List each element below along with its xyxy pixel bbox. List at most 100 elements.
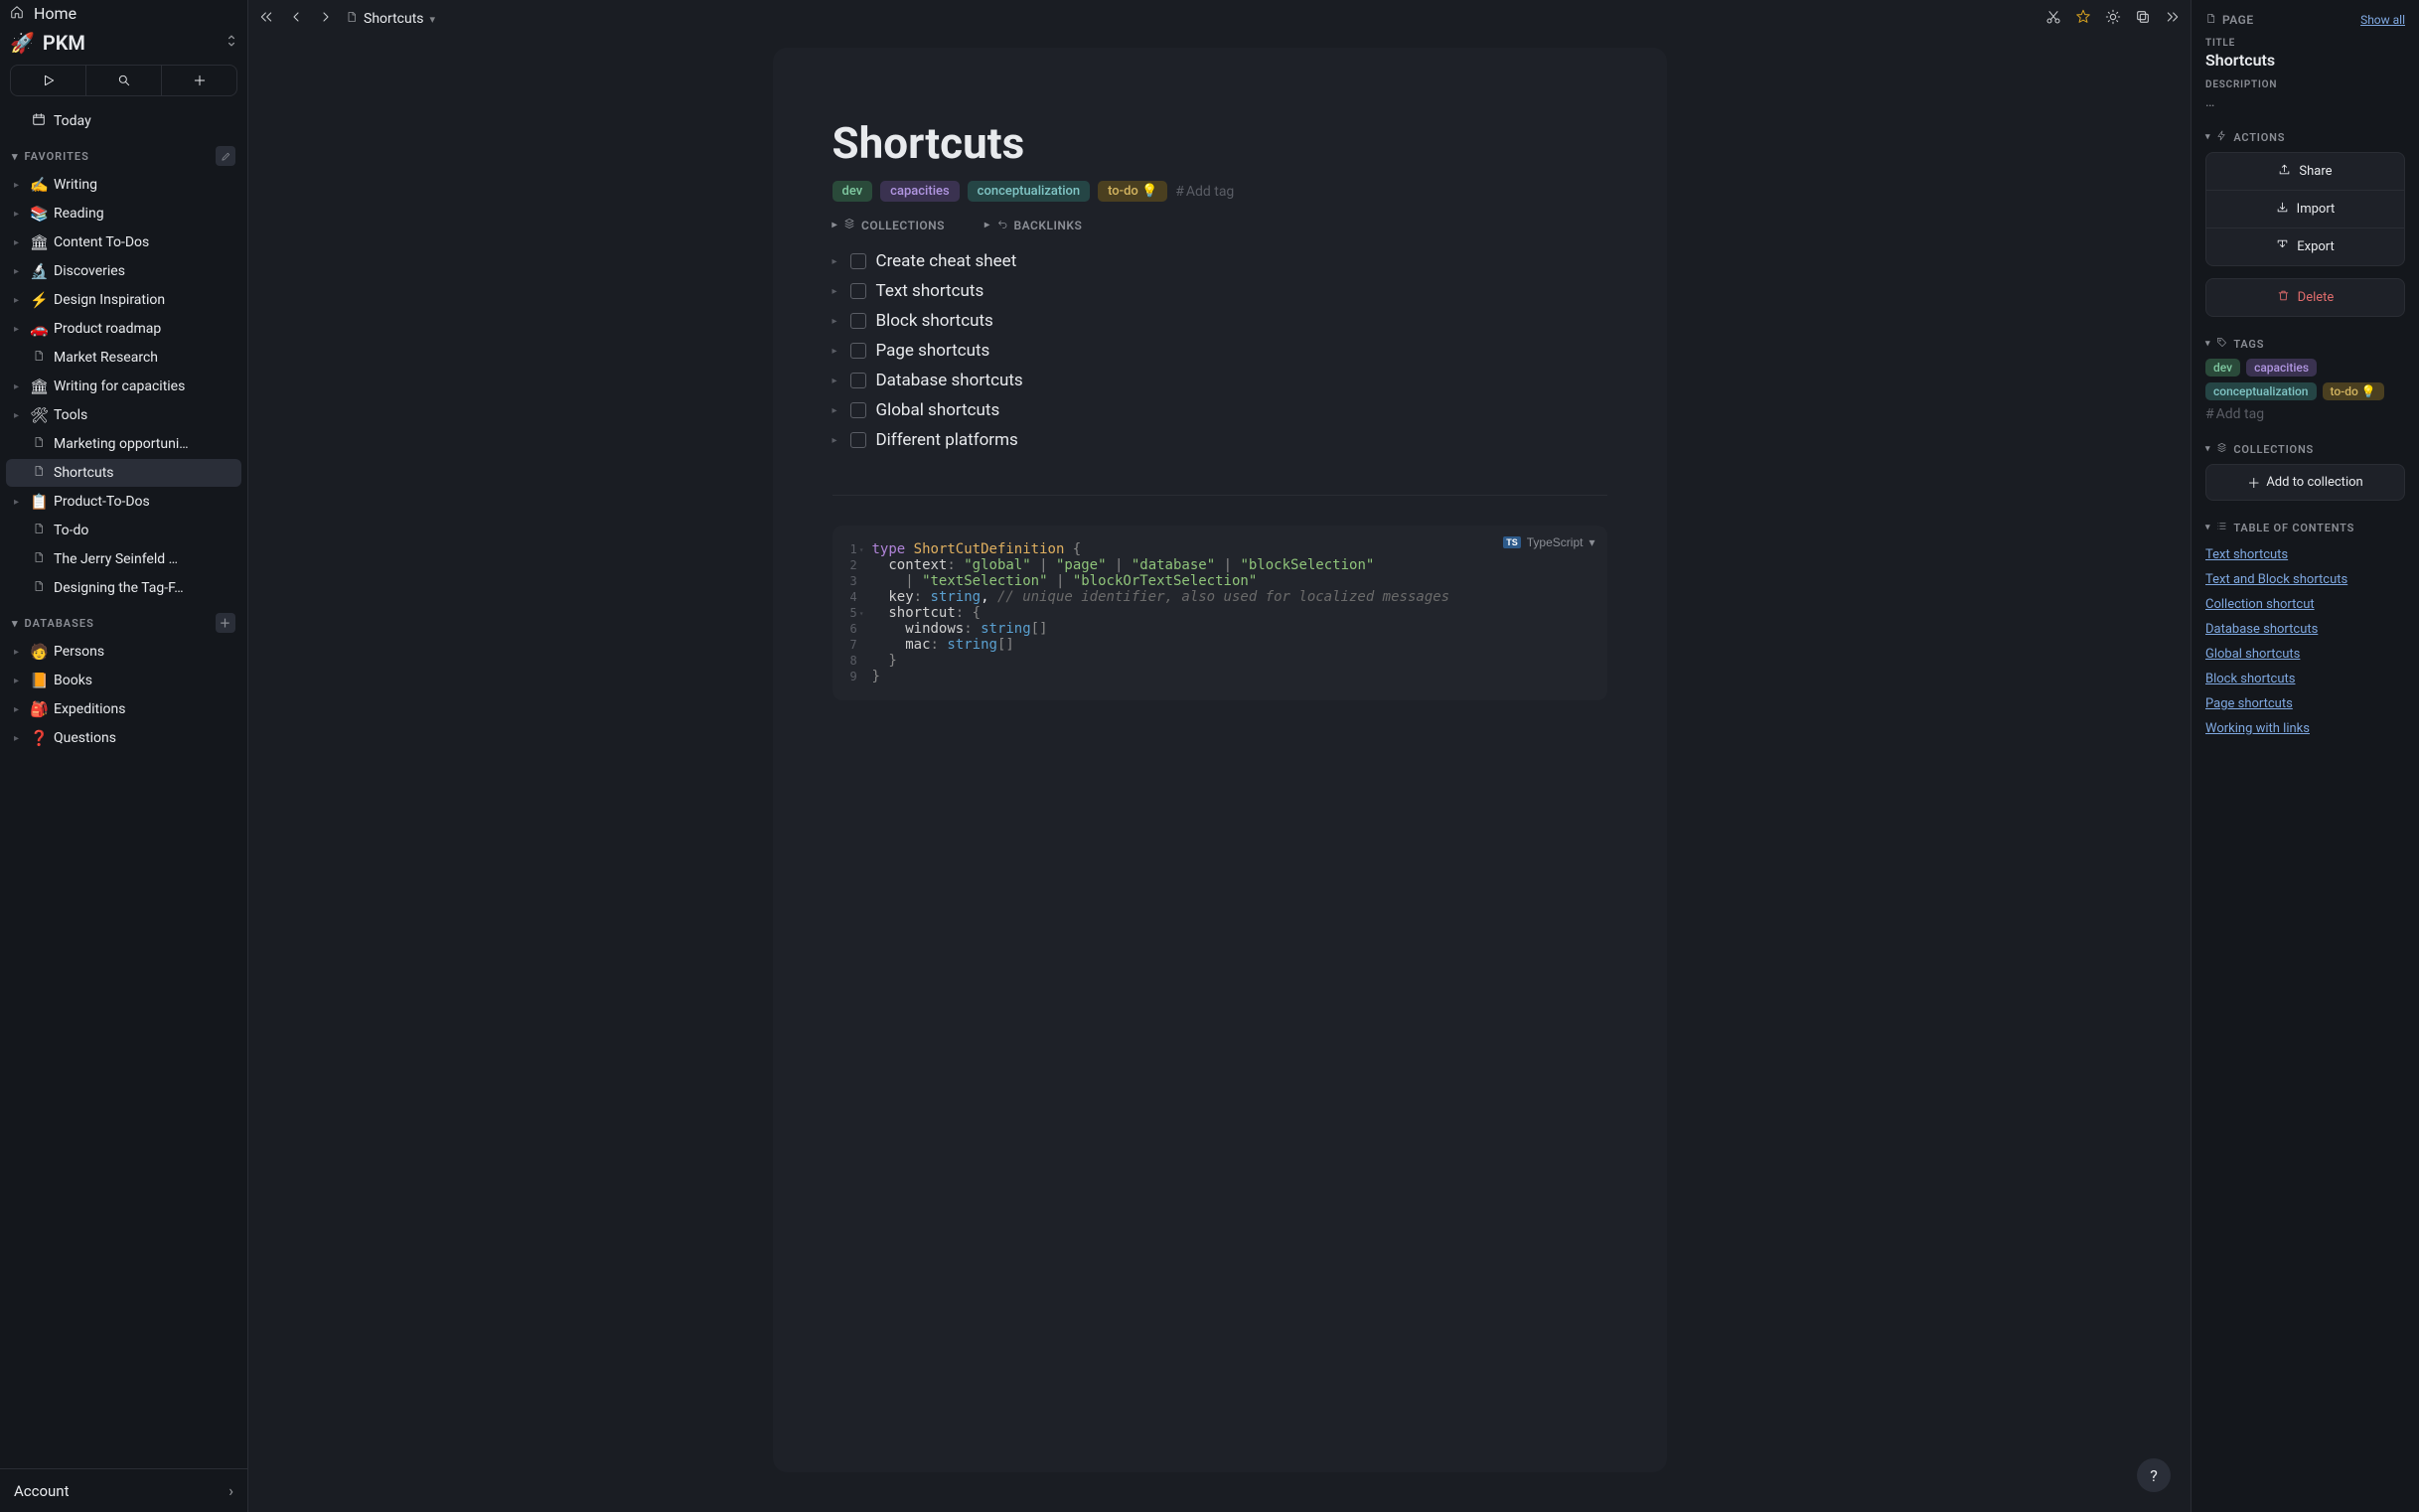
tag[interactable]: to-do 💡 [1098, 181, 1167, 202]
tag[interactable]: conceptualization [968, 181, 1090, 202]
show-all-link[interactable]: Show all [2360, 13, 2405, 27]
cut-icon[interactable] [2045, 9, 2061, 29]
panel-collections-header[interactable]: ▾ COLLECTIONS [2205, 442, 2405, 456]
toc-link[interactable]: Page shortcuts [2205, 691, 2405, 716]
sidebar-item[interactable]: ▸🏛Content To-Dos [6, 228, 241, 256]
expand-panel-icon[interactable] [2165, 9, 2181, 29]
add-database-button[interactable]: ＋ [216, 613, 235, 633]
collapse-sidebar-icon[interactable] [258, 9, 274, 29]
checkbox[interactable] [850, 313, 866, 329]
add-button[interactable] [162, 66, 236, 95]
add-to-collection-button[interactable]: ＋ Add to collection [2205, 464, 2405, 501]
code-line[interactable]: 8 } [850, 653, 1589, 669]
checkbox[interactable] [850, 283, 866, 299]
favorites-header[interactable]: ▾ FAVORITES [0, 136, 247, 170]
panel-title[interactable]: Shortcuts [2205, 51, 2405, 70]
toc-link[interactable]: Working with links [2205, 716, 2405, 741]
outline-item[interactable]: ▸Create cheat sheet [832, 246, 1607, 276]
code-block[interactable]: TS TypeScript ▾ 1▾type ShortCutDefinitio… [832, 526, 1607, 700]
page-title[interactable]: Shortcuts [832, 117, 1607, 169]
help-button[interactable]: ? [2137, 1458, 2171, 1492]
backlinks-toggle[interactable]: ▸ BACKLINKS [984, 218, 1082, 232]
code-line[interactable]: 7 mac: string[] [850, 637, 1589, 653]
chevron-down-icon[interactable]: ▾ [430, 13, 436, 26]
sidebar-item[interactable]: To-do [6, 517, 241, 544]
sidebar-item[interactable]: ▸🚗Product roadmap [6, 315, 241, 343]
sidebar-item[interactable]: ▸🎒Expeditions [6, 695, 241, 723]
toc-link[interactable]: Global shortcuts [2205, 642, 2405, 667]
star-icon[interactable] [2075, 9, 2091, 29]
export-button[interactable]: Export [2205, 227, 2405, 266]
databases-header[interactable]: ▾ DATABASES ＋ [0, 603, 247, 637]
search-button[interactable] [86, 66, 162, 95]
home-link[interactable]: Home [0, 0, 247, 27]
code-line[interactable]: 4 key: string, // unique identifier, als… [850, 589, 1589, 605]
panel-description[interactable]: … [2205, 94, 2405, 110]
toc-link[interactable]: Database shortcuts [2205, 617, 2405, 642]
code-line[interactable]: 2 context: "global" | "page" | "database… [850, 557, 1589, 573]
collections-toggle[interactable]: ▸ COLLECTIONS [832, 218, 945, 232]
outline-item[interactable]: ▸Different platforms [832, 425, 1607, 455]
sidebar-item[interactable]: ▸📚Reading [6, 200, 241, 227]
sidebar-item[interactable]: Market Research [6, 344, 241, 372]
tag[interactable]: capacities [880, 181, 960, 202]
code-line[interactable]: 5▾ shortcut: { [850, 605, 1589, 621]
tag[interactable]: to-do 💡 [2323, 382, 2384, 400]
breadcrumb[interactable]: Shortcuts ▾ [346, 10, 435, 28]
checkbox[interactable] [850, 402, 866, 418]
sidebar-item[interactable]: Shortcuts [6, 459, 241, 487]
sidebar-item[interactable]: ▸🏛Writing for capacities [6, 373, 241, 400]
checkbox[interactable] [850, 432, 866, 448]
code-line[interactable]: 3 | "textSelection" | "blockOrTextSelect… [850, 573, 1589, 589]
today-link[interactable]: Today [6, 107, 241, 135]
play-button[interactable] [11, 66, 86, 95]
sidebar-item[interactable]: ▸🛠Tools [6, 401, 241, 429]
tag[interactable]: dev [2205, 359, 2240, 377]
outline-item[interactable]: ▸Page shortcuts [832, 336, 1607, 366]
workspace-switcher[interactable]: 🚀 PKM [0, 27, 247, 61]
tag[interactable]: dev [832, 181, 873, 202]
back-icon[interactable] [288, 9, 304, 29]
add-tag-input[interactable]: #Add tag [1175, 184, 1234, 200]
sidebar-item[interactable]: ▸🧑Persons [6, 638, 241, 666]
outline-item[interactable]: ▸Global shortcuts [832, 395, 1607, 425]
checkbox[interactable] [850, 373, 866, 388]
toc-link[interactable]: Text shortcuts [2205, 542, 2405, 567]
code-line[interactable]: 9} [850, 669, 1589, 684]
toc-link[interactable]: Text and Block shortcuts [2205, 567, 2405, 592]
tag[interactable]: capacities [2246, 359, 2317, 377]
tag[interactable]: conceptualization [2205, 382, 2317, 400]
edit-favorites-button[interactable] [216, 146, 235, 166]
toc-link[interactable]: Block shortcuts [2205, 667, 2405, 691]
sidebar-item[interactable]: ▸🔬Discoveries [6, 257, 241, 285]
theme-icon[interactable] [2105, 9, 2121, 29]
delete-button[interactable]: Delete [2205, 278, 2405, 317]
outline-item[interactable]: ▸Database shortcuts [832, 366, 1607, 395]
forward-icon[interactable] [318, 9, 334, 29]
toc-link[interactable]: Collection shortcut [2205, 592, 2405, 617]
updown-icon[interactable] [226, 33, 237, 53]
code-line[interactable]: 6 windows: string[] [850, 621, 1589, 637]
sidebar-item[interactable]: The Jerry Seinfeld … [6, 545, 241, 573]
import-button[interactable]: Import [2205, 190, 2405, 227]
outline-item[interactable]: ▸Block shortcuts [832, 306, 1607, 336]
sidebar-item[interactable]: ▸✍️Writing [6, 171, 241, 199]
copy-icon[interactable] [2135, 9, 2151, 29]
account-link[interactable]: Account › [0, 1468, 247, 1512]
outline-item[interactable]: ▸Text shortcuts [832, 276, 1607, 306]
sidebar-item[interactable]: ▸❓Questions [6, 724, 241, 752]
checkbox[interactable] [850, 253, 866, 269]
actions-header[interactable]: ▾ ACTIONS [2205, 130, 2405, 144]
code-line[interactable]: 1▾type ShortCutDefinition { [850, 541, 1589, 557]
sidebar-item[interactable]: ▸📋Product-To-Dos [6, 488, 241, 516]
sidebar-item[interactable]: Marketing opportuni… [6, 430, 241, 458]
share-button[interactable]: Share [2205, 152, 2405, 190]
sidebar-item[interactable]: ▸📙Books [6, 667, 241, 694]
panel-add-tag-input[interactable]: #Add tag [2205, 406, 2405, 422]
sidebar-item[interactable]: ▸⚡Design Inspiration [6, 286, 241, 314]
code-language-selector[interactable]: TS TypeScript ▾ [1503, 535, 1594, 549]
toc-header[interactable]: ▾ TABLE OF CONTENTS [2205, 521, 2405, 534]
sidebar-item[interactable]: Designing the Tag-F… [6, 574, 241, 602]
tags-header[interactable]: ▾ TAGS [2205, 337, 2405, 351]
checkbox[interactable] [850, 343, 866, 359]
